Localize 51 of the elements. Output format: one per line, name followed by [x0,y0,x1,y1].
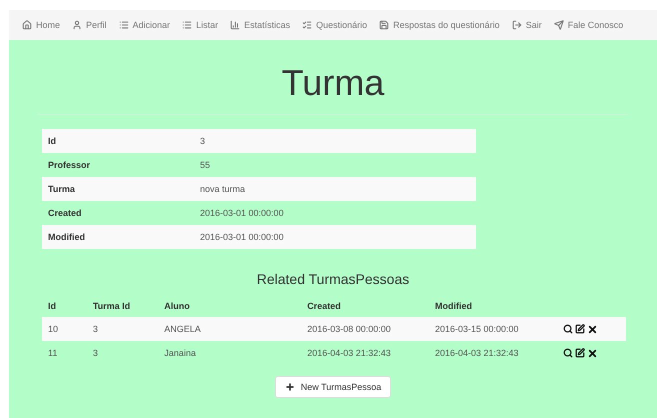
field-value: 2016-03-01 00:00:00 [194,201,476,225]
table-cell: 10 [42,317,87,341]
table-cell: Janaina [158,341,302,365]
table-cell: 2016-03-08 00:00:00 [301,317,429,341]
field-value: nova turma [194,177,476,201]
nav-link[interactable]: Home [16,20,66,30]
new-button[interactable]: New TurmasPessoa [274,376,392,398]
nav-link[interactable]: Respostas do questionário [373,20,506,30]
nav-link[interactable]: Sair [506,20,548,30]
home-icon [22,20,32,30]
field-value: 2016-03-01 00:00:00 [194,225,476,249]
field-label: Id [42,129,194,153]
nav-link[interactable]: Adicionar [112,20,176,30]
column-header: Modified [428,295,557,317]
field-label: Created [42,201,194,225]
edit-icon[interactable] [575,348,585,358]
nav-link[interactable]: Fale Conosco [548,20,630,30]
checklist-icon [302,20,312,30]
close-icon[interactable] [587,324,598,334]
field-label: Professor [42,153,194,177]
nav-link[interactable]: Estatísticas [224,20,296,30]
column-header: Turma Id [86,295,158,317]
plus-icon [284,382,295,392]
table-cell: 3 [86,341,158,365]
table-cell: 2016-04-03 21:32:43 [301,341,429,365]
list-icon [182,20,192,30]
search-icon[interactable] [563,324,573,334]
logout-icon [512,20,522,30]
table-cell: 2016-04-03 21:32:43 [428,341,557,365]
person-icon [72,20,82,30]
nav-link[interactable]: Listar [176,20,224,30]
column-header: Aluno [158,295,302,317]
field-label: Modified [42,225,194,249]
column-header: Created [301,295,429,317]
field-value: 55 [194,153,476,177]
send-icon [554,20,564,30]
field-value: 3 [194,129,476,153]
field-label: Turma [42,177,194,201]
table-cell: 2016-03-15 00:00:00 [428,317,557,341]
search-icon[interactable] [563,348,573,358]
section-title: Related TurmasPessoas [256,271,410,287]
nav-link[interactable]: Perfil [66,20,113,30]
table-cell: 11 [42,341,87,365]
table-cell: ANGELA [158,317,302,341]
table-cell: 3 [86,317,158,341]
column-header: Id [42,295,87,317]
bar-chart-icon [230,20,240,30]
edit-icon[interactable] [575,324,585,334]
nav-link[interactable]: Questionário [296,20,374,30]
page-title: Turma [282,62,384,104]
close-icon[interactable] [587,348,598,358]
